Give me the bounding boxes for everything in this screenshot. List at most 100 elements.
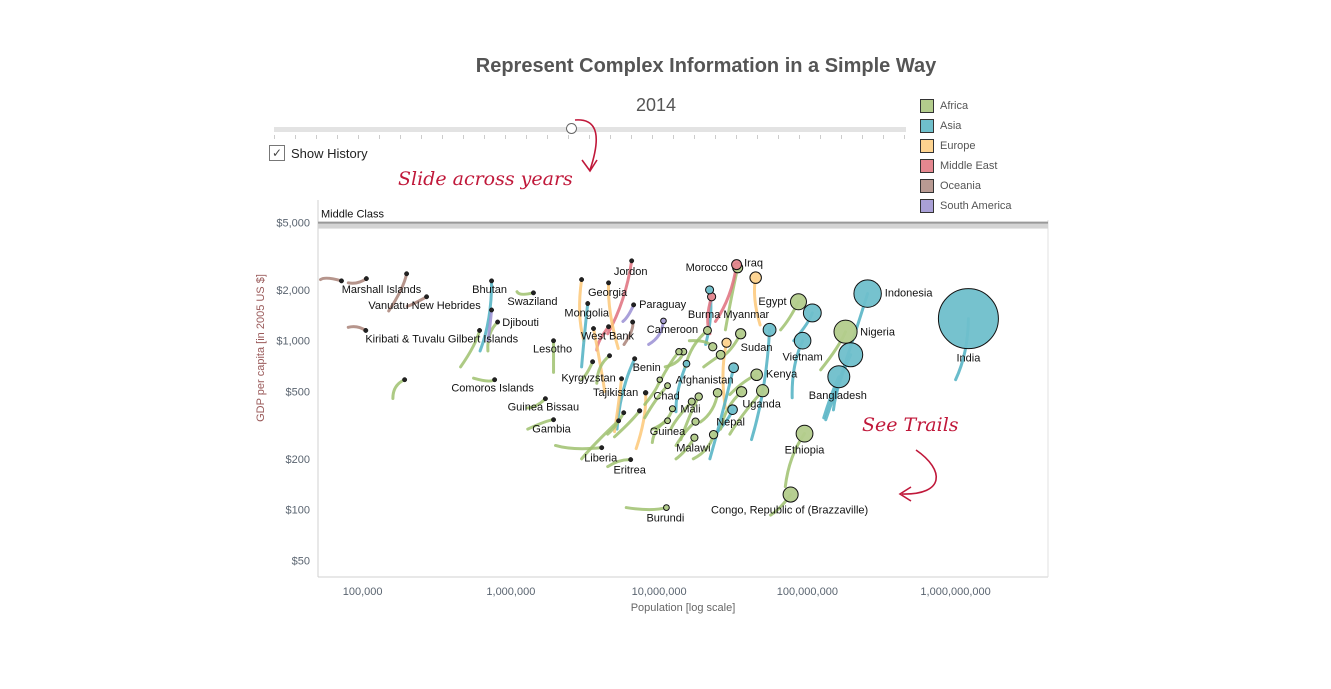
country-bubble xyxy=(937,288,999,350)
country-bubble xyxy=(628,457,634,463)
country-label: Chad xyxy=(653,391,679,403)
middle-class-label: Middle Class xyxy=(321,209,384,221)
slide-arrow-icon xyxy=(574,119,597,171)
country-bubble xyxy=(782,486,799,503)
country-label: Liberia xyxy=(584,453,618,465)
country-bubble xyxy=(833,319,858,344)
country-bubble xyxy=(789,293,807,311)
country-label: Malawi xyxy=(676,443,710,455)
country-label: Djibouti xyxy=(502,317,539,329)
country-bubble xyxy=(793,331,812,350)
country-label: Uganda xyxy=(742,399,781,411)
country-label: Tajikistan xyxy=(593,387,638,399)
y-tick-label: $100 xyxy=(286,505,310,517)
country-label: Kiribati & Tuvalu Gilbert Islands xyxy=(365,333,518,345)
country-label: Egypt xyxy=(758,296,786,308)
country-bubble xyxy=(705,285,715,295)
country-bubble xyxy=(750,368,763,382)
country-bubble xyxy=(656,376,663,383)
country-label: Burma Myanmar xyxy=(688,309,770,321)
country-bubble xyxy=(838,342,864,368)
country-bubble xyxy=(585,301,591,306)
country-bubble xyxy=(632,356,638,362)
history-trail xyxy=(472,376,497,383)
country-label: Bhutan xyxy=(472,284,507,296)
country-label: Ethiopia xyxy=(785,445,826,457)
x-axis-title: Population [log scale] xyxy=(631,602,736,614)
history-trail xyxy=(698,391,720,424)
country-label: Burundi xyxy=(646,513,684,525)
country-label: Sudan xyxy=(741,342,773,354)
y-axis-title: GDP per capita [in 2005 US $] xyxy=(255,274,267,422)
country-bubble xyxy=(607,353,612,359)
country-label: Guinea Bissau xyxy=(508,402,580,414)
x-tick-label: 1,000,000,000 xyxy=(920,586,990,598)
country-label: Eritrea xyxy=(613,465,646,477)
trails-arrow-icon xyxy=(901,449,938,495)
country-label: Benin xyxy=(633,362,661,374)
country-label: Comoros Islands xyxy=(451,383,534,395)
country-label: Kenya xyxy=(766,369,798,381)
country-bubble xyxy=(691,417,700,426)
country-bubble xyxy=(477,328,483,333)
country-bubble xyxy=(690,433,699,442)
country-bubble xyxy=(495,319,501,325)
history-trail xyxy=(319,276,343,283)
country-bubble xyxy=(619,376,625,382)
country-bubble xyxy=(363,328,369,333)
country-bubble xyxy=(712,388,723,398)
country-label: Jordon xyxy=(614,266,648,278)
country-bubble xyxy=(363,276,369,282)
country-bubble xyxy=(551,417,556,423)
country-bubble xyxy=(551,338,556,344)
slide-arrowhead-icon xyxy=(581,159,598,173)
y-tick-label: $500 xyxy=(286,387,310,399)
y-tick-label: $2,000 xyxy=(276,285,310,297)
y-tick-label: $200 xyxy=(286,454,310,466)
country-bubble xyxy=(721,337,732,348)
country-bubble xyxy=(606,324,612,330)
country-label: Bangladesh xyxy=(809,390,867,402)
country-label: Morocco xyxy=(686,262,728,274)
country-bubble xyxy=(708,342,718,352)
country-bubble xyxy=(489,307,495,313)
country-label: Indonesia xyxy=(885,288,934,300)
country-bubble xyxy=(530,290,536,296)
country-bubble xyxy=(631,302,637,308)
country-bubble xyxy=(637,408,643,414)
country-bubble xyxy=(660,317,667,325)
history-trail xyxy=(346,325,368,332)
country-bubble xyxy=(749,271,762,284)
country-label: Vanuatu New Hebrides xyxy=(368,300,481,312)
country-label: Mongolia xyxy=(564,308,610,320)
country-bubble xyxy=(668,405,676,413)
x-tick-label: 100,000,000 xyxy=(777,586,838,598)
country-label: Iraq xyxy=(744,258,763,270)
country-label: Lesotho xyxy=(533,344,572,356)
country-label: Vietnam xyxy=(783,352,823,364)
country-bubble xyxy=(735,386,748,398)
country-bubble xyxy=(675,348,683,356)
country-bubble xyxy=(853,279,882,308)
country-label: Nigeria xyxy=(860,327,896,339)
x-tick-label: 10,000,000 xyxy=(632,586,687,598)
country-label: Guinea xyxy=(650,426,686,438)
country-bubble xyxy=(630,319,636,325)
history-trail xyxy=(624,506,668,512)
country-label: Swaziland xyxy=(507,296,557,308)
country-label: Afghanistan xyxy=(675,375,733,387)
country-label: Cameroon xyxy=(647,324,698,336)
country-bubble xyxy=(629,258,635,264)
y-tick-label: $5,000 xyxy=(276,218,310,230)
history-trail xyxy=(346,277,368,285)
country-label: Georgia xyxy=(588,287,628,299)
history-trail xyxy=(391,378,407,401)
country-bubble xyxy=(756,384,770,398)
country-bubble xyxy=(599,445,605,451)
country-bubble xyxy=(728,362,739,374)
country-bubble xyxy=(616,418,622,424)
country-label: Congo, Republic of (Brazzaville) xyxy=(711,505,868,517)
country-label: Nepal xyxy=(716,417,745,429)
country-bubble xyxy=(402,377,408,383)
country-bubble xyxy=(424,294,430,300)
